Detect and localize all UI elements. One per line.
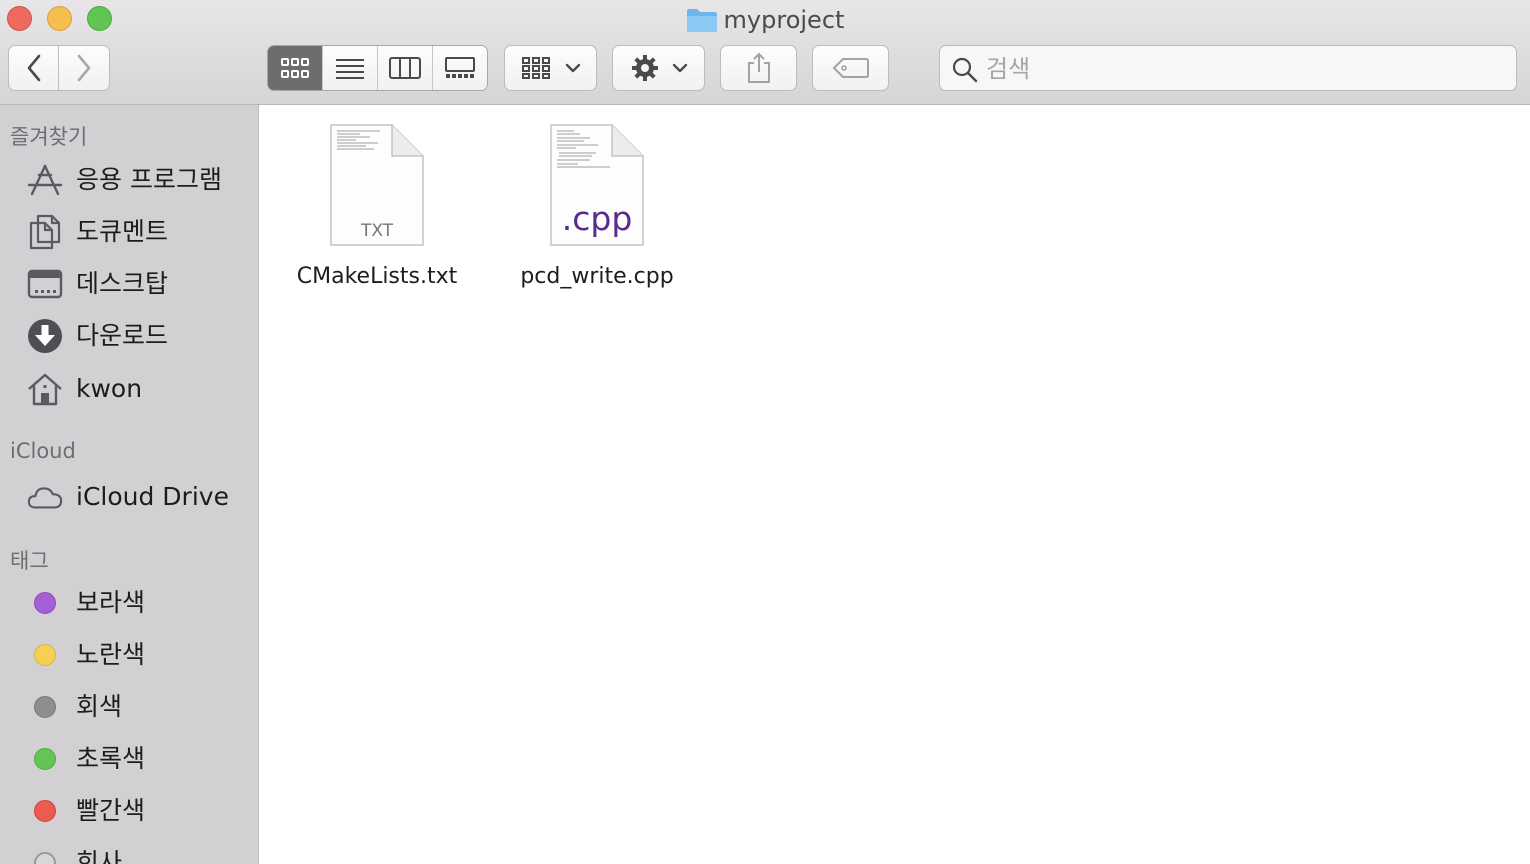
toolbar: myproject — [0, 0, 1530, 105]
group-by-button[interactable] — [504, 45, 597, 91]
sidebar-item-label: kwon — [76, 374, 143, 403]
file-type-badge: TXT — [360, 221, 394, 241]
chevron-down-icon — [672, 63, 687, 73]
sidebar-item-applications[interactable]: 응용 프로그램 — [0, 157, 258, 203]
back-button[interactable] — [8, 45, 59, 91]
sidebar-tag-purple[interactable]: 보라색 — [0, 580, 258, 626]
gallery-view-icon — [445, 57, 475, 78]
window-title-text: myproject — [723, 6, 845, 34]
sidebar-item-label: 회사 — [76, 848, 123, 864]
sidebar-item-label: 초록색 — [76, 744, 146, 773]
sidebar-tag-gray[interactable]: 회색 — [0, 684, 258, 730]
sidebar-item-label: 다운로드 — [76, 321, 169, 350]
sidebar-item-label: 보라색 — [76, 588, 146, 617]
gallery-view-button[interactable] — [432, 46, 487, 90]
sidebar-item-label: 빨간색 — [76, 796, 146, 825]
sidebar: 즐겨찾기 응용 프로그램 도큐멘트 데스크탑 다운로드 kwon iCloud — [0, 105, 259, 864]
gear-icon — [631, 55, 658, 81]
forward-button[interactable] — [59, 45, 110, 91]
column-view-button[interactable] — [377, 46, 432, 90]
text-file-icon: TXT — [330, 124, 424, 246]
search-input[interactable] — [984, 52, 1508, 86]
file-name: CMakeLists.txt — [296, 264, 458, 289]
file-browser: TXT CMakeLists.txt .cpp pcd_write.cpp — [260, 106, 1530, 864]
window-title: myproject — [0, 3, 1530, 35]
file-name: pcd_write.cpp — [520, 264, 674, 289]
view-mode-control — [267, 45, 488, 91]
action-menu-button[interactable] — [612, 45, 705, 91]
sidebar-tag-yellow[interactable]: 노란색 — [0, 632, 258, 678]
home-icon — [27, 371, 63, 407]
tag-dot-icon — [34, 644, 56, 666]
search-field[interactable] — [939, 45, 1517, 91]
file-type-badge: .cpp — [562, 199, 633, 238]
sidebar-item-label: 도큐멘트 — [76, 217, 169, 246]
sidebar-item-downloads[interactable]: 다운로드 — [0, 313, 258, 359]
cloud-icon — [27, 479, 63, 515]
sidebar-item-label: 노란색 — [76, 640, 146, 669]
tag-dot-icon — [34, 800, 56, 822]
tag-dot-icon — [34, 748, 56, 770]
tag-dot-icon — [34, 852, 56, 864]
desktop-icon — [27, 266, 63, 302]
sidebar-tag-company[interactable]: 회사 — [0, 840, 258, 864]
icon-view-icon — [281, 58, 309, 78]
list-view-button[interactable] — [322, 46, 377, 90]
folder-icon — [686, 9, 717, 32]
file-item[interactable]: .cpp pcd_write.cpp — [507, 124, 687, 304]
list-view-icon — [336, 59, 364, 79]
sidebar-item-label: 응용 프로그램 — [76, 165, 222, 194]
sidebar-section-tags: 태그 — [10, 549, 49, 573]
sidebar-item-icloud-drive[interactable]: iCloud Drive — [0, 474, 258, 520]
share-button[interactable] — [720, 45, 797, 91]
icon-view-button[interactable] — [268, 46, 322, 90]
sidebar-tag-red[interactable]: 빨간색 — [0, 788, 258, 834]
sidebar-section-icloud: iCloud — [10, 439, 76, 463]
column-view-icon — [389, 57, 421, 79]
sidebar-item-documents[interactable]: 도큐멘트 — [0, 209, 258, 255]
chevron-right-icon — [77, 54, 91, 82]
cpp-file-icon: .cpp — [550, 124, 644, 246]
sidebar-item-desktop[interactable]: 데스크탑 — [0, 261, 258, 307]
tag-dot-icon — [34, 696, 56, 718]
sidebar-item-label: iCloud Drive — [76, 482, 229, 511]
documents-icon — [27, 214, 63, 250]
sidebar-section-favorites: 즐겨찾기 — [10, 125, 88, 149]
share-icon — [747, 52, 770, 83]
downloads-icon — [27, 318, 63, 354]
sidebar-item-label: 회색 — [76, 692, 123, 721]
sidebar-item-label: 데스크탑 — [76, 269, 169, 298]
search-icon — [952, 57, 978, 83]
tag-icon — [832, 58, 869, 78]
sidebar-tag-green[interactable]: 초록색 — [0, 736, 258, 782]
chevron-down-icon — [565, 63, 580, 73]
sidebar-item-home[interactable]: kwon — [0, 366, 258, 412]
applications-icon — [27, 162, 63, 198]
edit-tags-button[interactable] — [812, 45, 889, 91]
file-item[interactable]: TXT CMakeLists.txt — [287, 124, 467, 304]
group-grid-icon — [521, 57, 550, 79]
chevron-left-icon — [27, 54, 40, 82]
tag-dot-icon — [34, 592, 56, 614]
